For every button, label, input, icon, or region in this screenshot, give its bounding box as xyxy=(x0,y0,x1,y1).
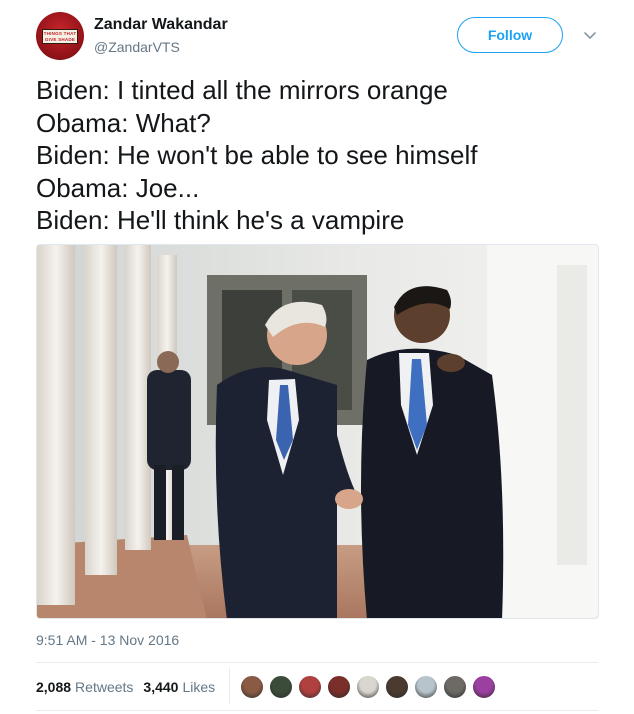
chevron-down-icon[interactable] xyxy=(582,27,598,43)
divider xyxy=(36,710,598,711)
follow-button[interactable]: Follow xyxy=(457,17,563,53)
user-avatar[interactable]: THINGS THAT GIVE SHADE xyxy=(36,12,84,60)
liker-avatar[interactable] xyxy=(269,675,293,699)
stats-separator xyxy=(229,668,230,704)
avatar-logo: THINGS THAT GIVE SHADE xyxy=(42,29,78,44)
liker-avatar[interactable] xyxy=(298,675,322,699)
user-display-name[interactable]: Zandar Wakandar xyxy=(94,16,228,34)
liker-avatar[interactable] xyxy=(443,675,467,699)
tweet-text: Biden: I tinted all the mirrors orange O… xyxy=(36,74,606,237)
liker-avatar[interactable] xyxy=(385,675,409,699)
photo-illustration xyxy=(37,245,598,618)
liker-avatar[interactable] xyxy=(472,675,496,699)
likes-count[interactable]: 3,440 xyxy=(143,679,178,695)
tweet-timestamp[interactable]: 9:51 AM - 13 Nov 2016 xyxy=(36,632,179,648)
likes-label[interactable]: Likes xyxy=(182,679,215,695)
tweet-line: Biden: I tinted all the mirrors orange xyxy=(36,75,448,105)
liker-avatar[interactable] xyxy=(414,675,438,699)
tweet-line: Obama: Joe... xyxy=(36,172,200,203)
liker-avatar[interactable] xyxy=(240,675,264,699)
tweet-photo[interactable] xyxy=(36,244,599,619)
tweet-card: THINGS THAT GIVE SHADE Zandar Wakandar @… xyxy=(0,0,634,714)
tweet-header: THINGS THAT GIVE SHADE Zandar Wakandar @… xyxy=(36,12,606,62)
divider xyxy=(36,662,598,663)
retweets-label[interactable]: Retweets xyxy=(75,679,133,695)
liker-avatars xyxy=(240,675,501,699)
user-handle[interactable]: @ZandarVTS xyxy=(94,39,180,55)
tweet-stats: 2,088 Retweets 3,440 Likes xyxy=(36,674,215,700)
retweets-count[interactable]: 2,088 xyxy=(36,679,71,695)
tweet-line: Obama: What? xyxy=(36,107,211,138)
liker-avatar[interactable] xyxy=(327,675,351,699)
tweet-line: Biden: He'll think he's a vampire xyxy=(36,205,405,235)
liker-avatar[interactable] xyxy=(356,675,380,699)
tweet-line: Biden: He won't be able to see himself xyxy=(36,140,478,170)
